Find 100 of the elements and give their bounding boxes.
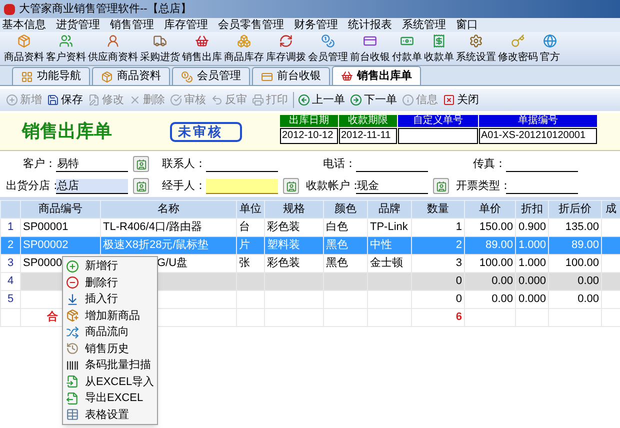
box-icon: [101, 70, 113, 82]
plus-icon: [66, 260, 79, 273]
toolbar-button[interactable]: 库存调拨: [266, 34, 306, 64]
barcode-icon: [66, 358, 79, 372]
table-cell: 2: [7, 238, 14, 251]
field-label: 电话：: [322, 156, 356, 172]
toolbar-button[interactable]: 官方: [540, 34, 560, 64]
tab[interactable]: 功能导航: [12, 67, 90, 85]
menu-item[interactable]: 窗口: [456, 18, 478, 32]
next-icon: [350, 94, 362, 106]
toolbar-button[interactable]: 会员管理: [308, 34, 348, 64]
header-field[interactable]: [398, 128, 478, 144]
edit-icon: [88, 94, 100, 106]
context-menu-item[interactable]: 商品流向: [63, 324, 157, 340]
lookup-button[interactable]: [283, 178, 299, 194]
context-menu-item[interactable]: 从EXCEL导入: [63, 374, 157, 390]
menu-item[interactable]: 基本信息: [2, 18, 46, 32]
toolbar-button[interactable]: 供应商资料: [88, 34, 138, 64]
tab[interactable]: 会员管理: [172, 67, 250, 85]
toolbar-button[interactable]: 前台收银: [350, 34, 390, 64]
table-cell: 150.00: [479, 220, 513, 233]
box-icon: [17, 34, 31, 48]
close-icon: [443, 94, 455, 106]
toolbar-button[interactable]: 修改密码: [498, 34, 538, 64]
toolbar-button[interactable]: 销售出库: [182, 34, 222, 64]
receipt-icon: [432, 34, 446, 48]
header-field[interactable]: A01-XS-201210120001: [479, 128, 597, 144]
toolbar-button[interactable]: 客户资料: [46, 34, 86, 64]
action-button[interactable]: 上一单: [293, 92, 345, 108]
table-cell: 89.00: [571, 238, 599, 251]
input-field[interactable]: 易特: [56, 156, 128, 172]
field-label: 客户：: [22, 156, 56, 172]
table-cell: 0.00: [578, 274, 599, 287]
header-label: 收款期限: [339, 115, 397, 127]
column-header[interactable]: 名称: [158, 203, 180, 215]
menu-item[interactable]: 销售管理: [110, 18, 154, 32]
minus-icon: [66, 276, 79, 290]
table-cell: 金士顿: [370, 256, 403, 269]
export-icon: [66, 392, 79, 405]
form-title: 销售出库单: [22, 120, 113, 143]
table-cell: 彩色装: [267, 256, 300, 269]
header-label: 单据编号: [479, 115, 597, 127]
lookup-button[interactable]: [433, 178, 449, 194]
delete-icon: [129, 94, 141, 106]
lookup-button[interactable]: [133, 178, 149, 194]
context-menu-item[interactable]: 增加新商品: [63, 308, 157, 324]
table-cell: 0: [456, 292, 462, 305]
table-row[interactable]: 1 SP00001 TL-R406/4口/路由器 台 彩色装 白色 TP-Link 1 150.00 0.900 135.00: [0, 218, 620, 236]
people-icon: [59, 34, 73, 48]
toolbar-button[interactable]: 系统设置: [456, 34, 496, 64]
menu-item[interactable]: 系统管理: [402, 18, 446, 32]
table-cell: 黑色: [326, 256, 348, 269]
field-label: 收款帐户：: [306, 178, 356, 194]
context-menu-item[interactable]: 条码批量扫描: [63, 357, 157, 374]
action-button[interactable]: 关闭: [443, 92, 479, 108]
table-icon: [66, 408, 79, 422]
tab[interactable]: 商品资料: [92, 67, 170, 85]
table-cell: 台: [239, 220, 250, 233]
truck-icon: [153, 34, 167, 48]
header-field[interactable]: 2012-11-11: [339, 128, 397, 144]
plus-icon: [6, 94, 18, 106]
contact-icon: [436, 180, 446, 192]
action-button[interactable]: 下一单: [350, 92, 397, 108]
table-cell: 中性: [370, 238, 392, 251]
table-cell: SP00001: [23, 220, 68, 233]
menu-item[interactable]: 进货管理: [56, 18, 100, 32]
toolbar-button[interactable]: 付款单: [392, 34, 422, 64]
table-cell: 0.00: [492, 292, 513, 305]
check-icon: [170, 94, 182, 106]
context-menu-item[interactable]: 销售历史: [63, 340, 157, 357]
header-field[interactable]: 2012-10-12: [280, 128, 338, 144]
field-label: 联系人：: [161, 156, 206, 172]
context-menu-item[interactable]: 导出EXCEL: [63, 390, 157, 406]
toolbar-button[interactable]: 商品库存: [224, 34, 264, 64]
input-field[interactable]: 现金: [356, 178, 428, 194]
menu-item[interactable]: 库存管理: [164, 18, 208, 32]
table-cell: 塑料装: [267, 238, 300, 251]
context-menu-item[interactable]: 表格设置: [63, 406, 157, 423]
toolbar-button[interactable]: 采购进货: [140, 34, 180, 64]
tab[interactable]: 前台收银: [252, 67, 330, 85]
table-cell: 135.00: [565, 220, 599, 233]
menu-item[interactable]: 统计报表: [348, 18, 392, 32]
table-cell: 黑色: [326, 238, 348, 251]
header-label: 出库日期: [280, 115, 338, 127]
tab[interactable]: 销售出库单: [332, 66, 421, 85]
lookup-button[interactable]: [133, 156, 149, 172]
action-button[interactable]: 保存: [47, 92, 83, 108]
input-field[interactable]: 总店: [56, 178, 128, 194]
table-cell: 彩色装: [267, 220, 300, 233]
table-cell: 2: [456, 238, 462, 251]
menu-item[interactable]: 财务管理: [294, 18, 338, 32]
toolbar-button[interactable]: 收款单: [424, 34, 454, 64]
insert-icon: [66, 292, 79, 306]
context-menu-item[interactable]: 删除行: [63, 274, 157, 291]
table-cell: 0.000: [518, 274, 546, 287]
menu-item[interactable]: 会员零售管理: [218, 18, 284, 32]
context-menu-item[interactable]: 插入行: [63, 291, 157, 308]
context-menu-item[interactable]: 新增行: [63, 258, 157, 274]
input-field[interactable]: [206, 178, 278, 194]
toolbar-button[interactable]: 商品资料: [4, 34, 44, 64]
